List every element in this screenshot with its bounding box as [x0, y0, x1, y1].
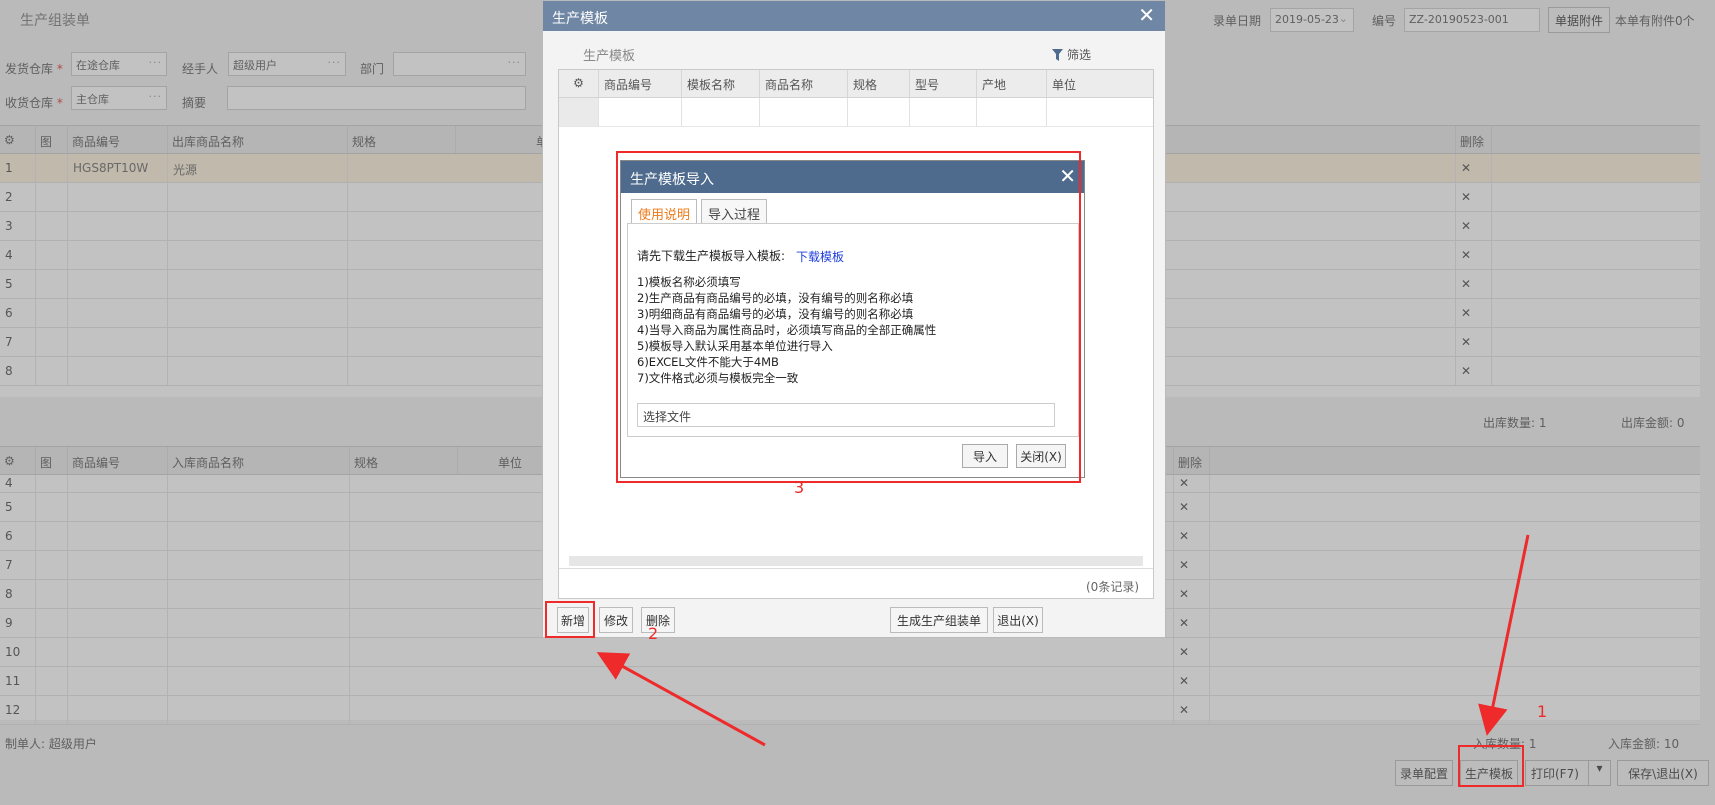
arrow-to-template-button	[1478, 534, 1530, 736]
annotation-arrows	[596, 534, 1530, 747]
arrow-to-add-button	[596, 652, 766, 747]
